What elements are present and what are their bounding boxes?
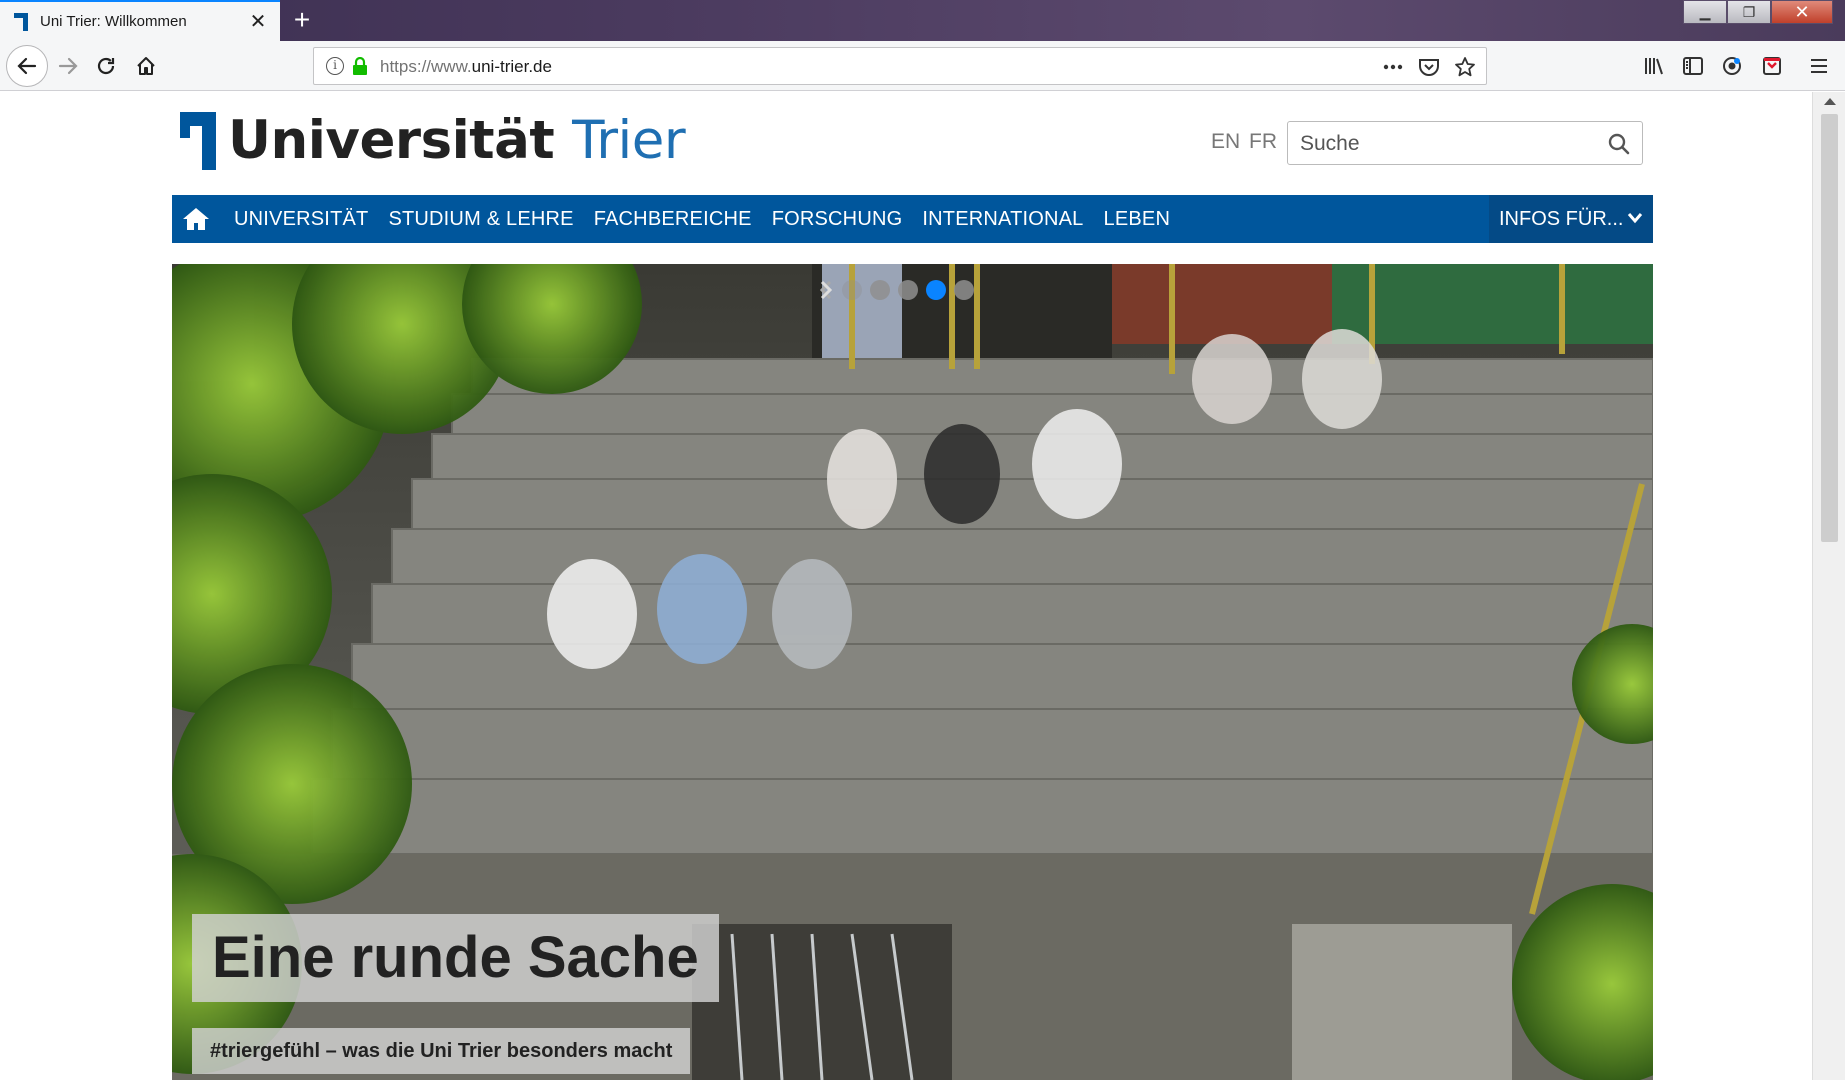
forward-arrow-icon <box>58 57 78 75</box>
search-icon[interactable] <box>1608 133 1630 155</box>
nav-item-leben[interactable]: LEBEN <box>1094 195 1181 243</box>
search-input[interactable] <box>1300 132 1600 156</box>
navigation-toolbar: i https://www.uni-trier.de <box>0 41 1845 91</box>
url-text[interactable]: https://www.uni-trier.de <box>380 57 552 77</box>
hero-slider[interactable]: Eine runde Sache #triergefühl – was die … <box>172 264 1653 1080</box>
chevron-right-icon <box>820 280 832 300</box>
search-box <box>1287 121 1643 165</box>
url-bar[interactable]: i https://www.uni-trier.de <box>313 47 1487 85</box>
home-button[interactable] <box>128 48 164 84</box>
active-tab[interactable]: Uni Trier: Willkommen ✕ <box>0 0 280 41</box>
nav-item-forschung[interactable]: FORSCHUNG <box>762 195 913 243</box>
nav-infos-label: INFOS FÜR... <box>1499 208 1624 230</box>
tab-strip: Uni Trier: Willkommen ✕ + ▁ ❐ ✕ <box>0 0 1845 41</box>
favicon-icon <box>14 12 28 31</box>
slider-pagination <box>820 280 996 300</box>
extension-button[interactable] <box>1756 48 1788 84</box>
nav-item-fachbereiche[interactable]: FACHBEREICHE <box>584 195 762 243</box>
university-logo[interactable]: Universität Trier <box>180 110 686 171</box>
nav-item-universitaet[interactable]: UNIVERSITÄT <box>224 195 378 243</box>
minimize-button[interactable]: ▁ <box>1683 0 1727 24</box>
nav-infos-fuer-dropdown[interactable]: INFOS FÜR... <box>1489 195 1653 243</box>
logo-word-trier: Trier <box>572 110 686 171</box>
info-icon[interactable]: i <box>326 57 344 75</box>
close-window-button[interactable]: ✕ <box>1771 0 1833 24</box>
pocket-icon[interactable] <box>1418 57 1440 77</box>
nav-item-studium-lehre[interactable]: STUDIUM & LEHRE <box>378 195 583 243</box>
url-prefix: https://www. <box>380 57 472 76</box>
restore-button[interactable]: ❐ <box>1727 0 1771 24</box>
menu-button[interactable] <box>1803 48 1835 84</box>
library-icon <box>1645 58 1663 75</box>
page-scrollbar[interactable] <box>1812 92 1845 1080</box>
new-tab-button[interactable]: + <box>287 4 317 36</box>
home-icon <box>137 57 155 75</box>
slider-dot-4[interactable] <box>926 280 946 300</box>
nav-home-button[interactable] <box>172 195 220 243</box>
reload-icon <box>97 57 115 75</box>
back-arrow-icon <box>17 57 37 75</box>
slider-dot-1[interactable] <box>842 280 862 300</box>
more-icon[interactable] <box>1382 57 1404 77</box>
url-actions <box>1382 56 1476 78</box>
web-page: Universität Trier EN FR UNIVERSITÄT STUD… <box>0 92 1812 1080</box>
sync-button[interactable] <box>1716 48 1748 84</box>
sidebar-button[interactable] <box>1677 48 1709 84</box>
logo-mark-icon <box>180 112 216 170</box>
forward-button[interactable] <box>50 48 86 84</box>
reload-button[interactable] <box>88 48 124 84</box>
nav-item-international[interactable]: INTERNATIONAL <box>912 195 1093 243</box>
back-button[interactable] <box>6 45 48 87</box>
url-domain: uni-trier.de <box>471 57 552 76</box>
slider-dot-2[interactable] <box>870 280 890 300</box>
scroll-up-arrow-icon[interactable] <box>1824 98 1836 105</box>
main-navigation: UNIVERSITÄT STUDIUM & LEHRE FACHBEREICHE… <box>172 195 1653 243</box>
star-icon[interactable] <box>1454 56 1476 78</box>
hero-title[interactable]: Eine runde Sache <box>192 914 719 1002</box>
scroll-thumb[interactable] <box>1821 114 1838 542</box>
home-icon <box>183 208 209 230</box>
window-controls: ▁ ❐ ✕ <box>1683 0 1833 26</box>
library-button[interactable] <box>1638 48 1670 84</box>
logo-word-universitaet: Universität <box>228 110 555 171</box>
lang-en-link[interactable]: EN <box>1211 130 1240 154</box>
extension-icon <box>1763 57 1781 75</box>
sidebar-icon <box>1683 57 1703 75</box>
logo-text: Universität Trier <box>228 110 686 171</box>
lock-icon[interactable] <box>352 56 368 80</box>
hero-subtitle[interactable]: #triergefühl – was die Uni Trier besonde… <box>192 1028 691 1074</box>
tab-title: Uni Trier: Willkommen <box>40 13 187 30</box>
slider-next-button[interactable] <box>820 280 996 300</box>
close-tab-icon[interactable]: ✕ <box>246 10 270 34</box>
slider-dot-5[interactable] <box>954 280 974 300</box>
lang-fr-link[interactable]: FR <box>1249 130 1277 154</box>
slider-dot-3[interactable] <box>898 280 918 300</box>
chevron-down-icon <box>1627 213 1643 224</box>
menu-icon <box>1811 59 1827 73</box>
sync-icon <box>1723 57 1741 75</box>
